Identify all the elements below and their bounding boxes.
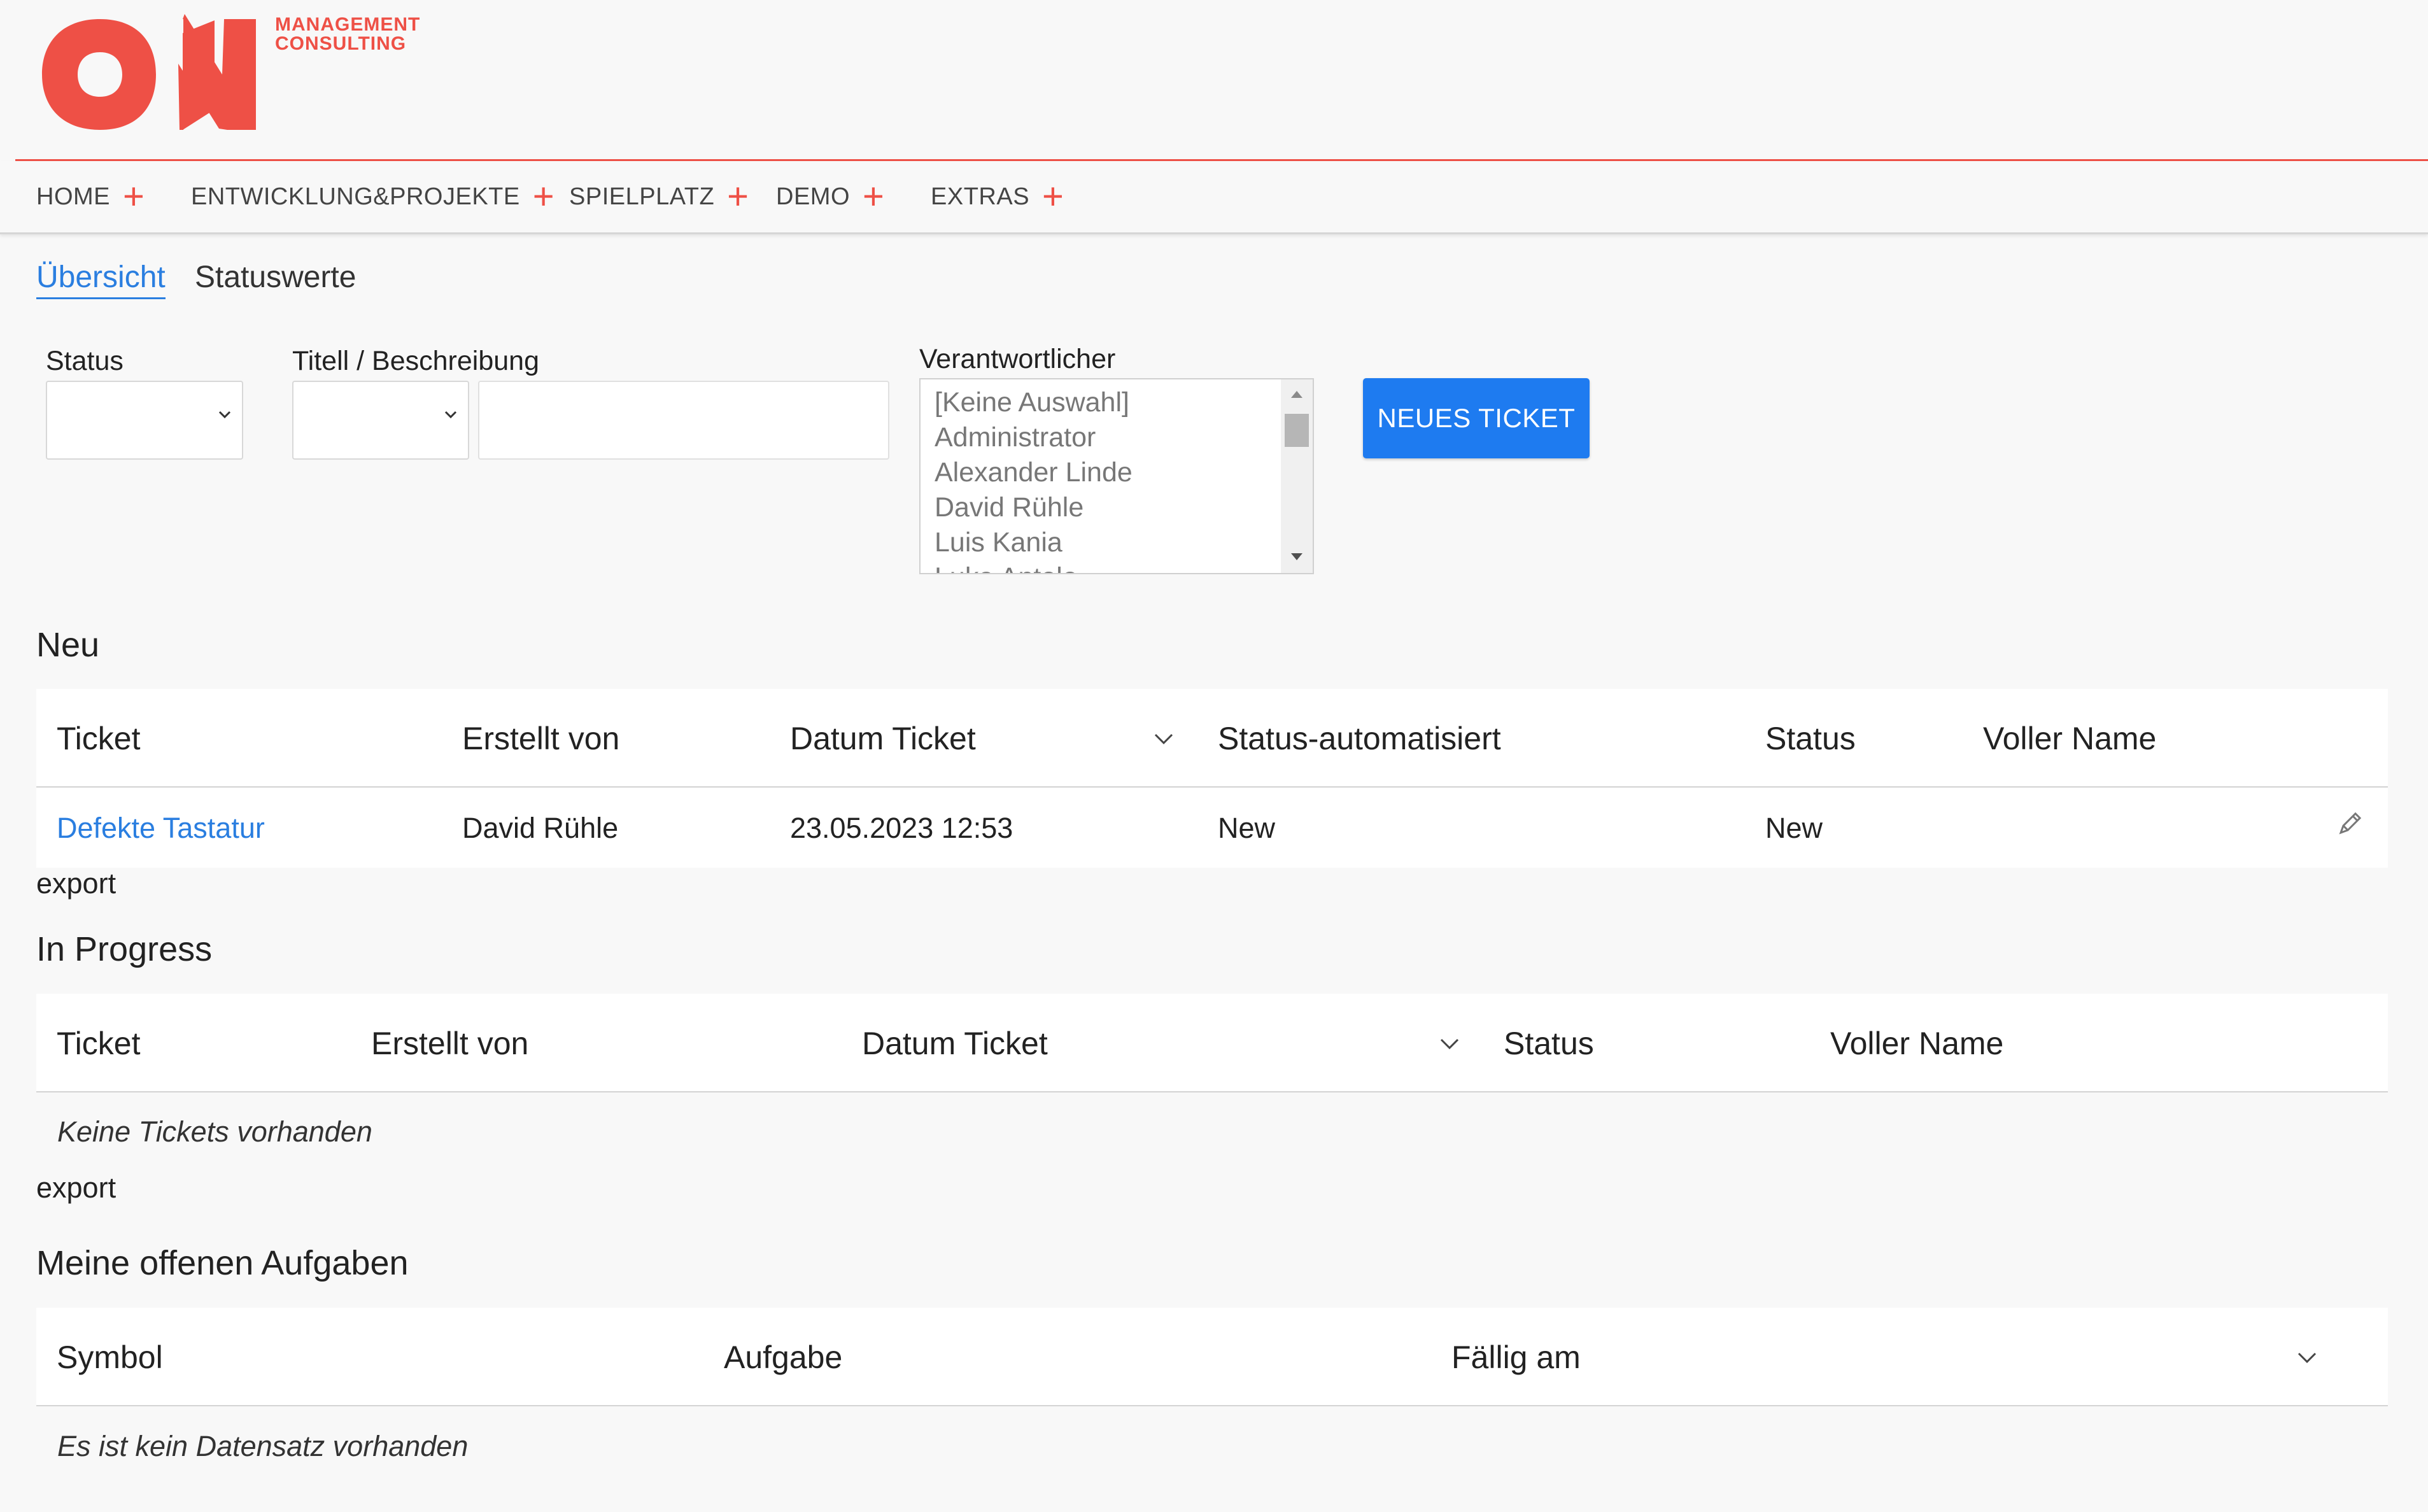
section-title-tasks: Meine offenen Aufgaben [36,1244,409,1282]
column-header-datum-ticket[interactable]: Datum Ticket [790,689,976,788]
ticket-link[interactable]: Defekte Tastatur [57,788,265,868]
cell-status-auto: New [1218,811,1276,844]
sort-chevron-down-icon[interactable] [1439,1033,1460,1054]
scrollbar-thumb[interactable] [1285,414,1309,447]
column-header-erstellt-von[interactable]: Erstellt von [371,994,528,1092]
tab-statuswerte[interactable]: Statuswerte [195,260,356,295]
scroll-up-arrow-icon[interactable] [1291,391,1302,398]
responsible-filter-label: Verantwortlicher [919,344,1116,374]
responsible-listbox[interactable]: [Keine Auswahl] Administrator Alexander … [919,378,1314,574]
new-ticket-button[interactable]: NEUES TICKET [1363,378,1590,458]
column-header-status[interactable]: Status [1765,689,1856,788]
listbox-option[interactable]: David Rühle [935,492,1083,523]
sort-chevron-down-icon[interactable] [2297,1347,2317,1367]
title-mode-select[interactable] [292,381,469,460]
column-header-ticket[interactable]: Ticket [57,689,141,788]
title-search-input[interactable] [478,381,889,460]
column-header-erstellt-von[interactable]: Erstellt von [462,689,619,788]
plus-icon[interactable]: + [863,178,884,215]
column-header-status[interactable]: Status [1504,994,1594,1092]
listbox-option[interactable]: [Keine Auswahl] [935,387,1129,418]
cell-created-by: David Rühle [462,811,619,844]
tasks-table-header: Symbol Aufgabe Fällig am [36,1308,2388,1406]
nav-item-demo[interactable]: DEMO + [776,161,884,232]
column-header-aufgabe[interactable]: Aufgabe [724,1308,842,1406]
chevron-down-icon [444,411,457,419]
section-title-in-progress: In Progress [36,930,213,968]
section-title-neu: Neu [36,626,100,664]
listbox-option[interactable]: Administrator [935,422,1096,453]
table-row[interactable]: Defekte Tastatur David Rühle 23.05.2023 … [36,788,2388,868]
plus-icon[interactable]: + [533,178,554,215]
column-header-voller-name[interactable]: Voller Name [1983,689,2156,788]
tab-uebersicht[interactable]: Übersicht [36,260,166,299]
main-navigation: HOME + ENTWICKLUNG&PROJEKTE + SPIELPLATZ + … [0,161,2428,234]
column-header-ticket[interactable]: Ticket [57,994,141,1092]
listbox-option[interactable]: Luka Antolo [935,562,1078,573]
nav-item-extras[interactable]: EXTRAS + [931,161,1064,232]
listbox-option[interactable]: Alexander Linde [935,457,1133,488]
title-filter-label: Titell / Beschreibung [292,346,539,376]
status-select[interactable] [46,381,243,460]
column-header-symbol[interactable]: Symbol [57,1308,163,1406]
chevron-down-icon [218,411,231,419]
status-filter-label: Status [46,346,124,376]
in-progress-table-header: Ticket Erstellt von Datum Ticket Status … [36,994,2388,1092]
column-header-status-automatisiert[interactable]: Status-automatisiert [1218,689,1501,788]
export-link[interactable]: export [36,1171,116,1205]
cell-date: 23.05.2023 12:53 [790,811,1013,844]
plus-icon[interactable]: + [123,178,145,215]
nav-item-entwicklung-projekte[interactable]: ENTWICKLUNG&PROJEKTE + [191,161,554,232]
cell-status: New [1765,811,1823,844]
neu-table-header: Ticket Erstellt von Datum Ticket Status-… [36,689,2388,788]
listbox-option[interactable]: Luis Kania [935,527,1062,558]
plus-icon[interactable]: + [1042,178,1064,215]
nav-item-home[interactable]: HOME + [36,161,145,232]
export-link[interactable]: export [36,867,116,900]
header: MANAGEMENT CONSULTING [0,0,2428,161]
column-header-datum-ticket[interactable]: Datum Ticket [862,994,1048,1092]
plus-icon[interactable]: + [727,178,749,215]
logo-subtitle: MANAGEMENT CONSULTING [275,14,421,54]
listbox-scrollbar[interactable] [1281,379,1313,573]
scroll-down-arrow-icon[interactable] [1291,553,1302,560]
nav-item-spielplatz[interactable]: SPIELPLATZ + [569,161,749,232]
column-header-voller-name[interactable]: Voller Name [1830,994,2003,1092]
sort-chevron-down-icon[interactable] [1154,728,1174,749]
column-header-faellig-am[interactable]: Fällig am [1451,1308,1581,1406]
pencil-edit-icon[interactable] [2336,809,2365,838]
empty-message: Keine Tickets vorhanden [57,1115,372,1148]
empty-message: Es ist kein Datensatz vorhanden [57,1430,469,1462]
